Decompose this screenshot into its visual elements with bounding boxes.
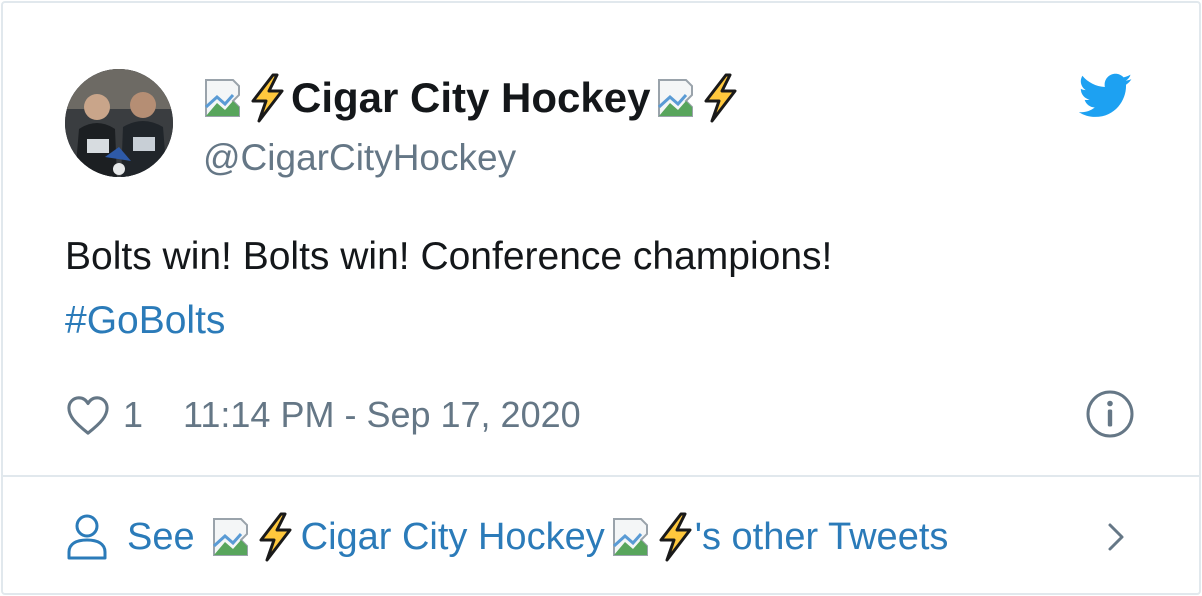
tweet-body: Bolts win! Bolts win! Conference champio… [65, 235, 833, 278]
tweet-card: Cigar City Hockey @CigarCityHockey Bolts… [1, 1, 1201, 595]
tweet-meta: 1 11:14 PM - Sep 17, 2020 [65, 389, 581, 441]
see-label: See [127, 515, 195, 558]
broken-image-icon [203, 77, 247, 119]
broken-image-icon [211, 516, 255, 558]
hashtag-link[interactable]: #GoBolts [65, 289, 1145, 353]
heart-icon[interactable] [65, 394, 111, 436]
footer-suffix: 's other Tweets [694, 515, 949, 558]
like-count[interactable]: 1 [123, 394, 143, 436]
display-name: Cigar City Hockey [291, 74, 651, 121]
user-handle[interactable]: @CigarCityHockey [203, 137, 516, 179]
lightning-bolt-icon [255, 512, 295, 562]
lightning-bolt-icon [700, 73, 740, 123]
info-icon[interactable] [1085, 389, 1135, 439]
footer-display-name: Cigar City Hockey [300, 515, 605, 558]
avatar[interactable] [65, 69, 173, 177]
broken-image-icon [611, 516, 655, 558]
twitter-bird-icon[interactable] [1079, 73, 1133, 119]
lightning-bolt-icon [655, 512, 695, 562]
tweet-header: Cigar City Hockey @CigarCityHockey [65, 69, 1141, 179]
person-icon [67, 514, 107, 560]
tweet-timestamp[interactable]: 11:14 PM - Sep 17, 2020 [183, 394, 581, 436]
tweet-text: Bolts win! Bolts win! Conference champio… [65, 225, 1145, 353]
chevron-right-icon[interactable] [1101, 517, 1131, 557]
broken-image-icon [656, 77, 700, 119]
display-name-row[interactable]: Cigar City Hockey [203, 71, 740, 125]
divider [3, 475, 1199, 477]
see-other-tweets-link[interactable]: See Cigar City Hockey 's other Tweets [65, 507, 1145, 567]
lightning-bolt-icon [247, 73, 287, 123]
